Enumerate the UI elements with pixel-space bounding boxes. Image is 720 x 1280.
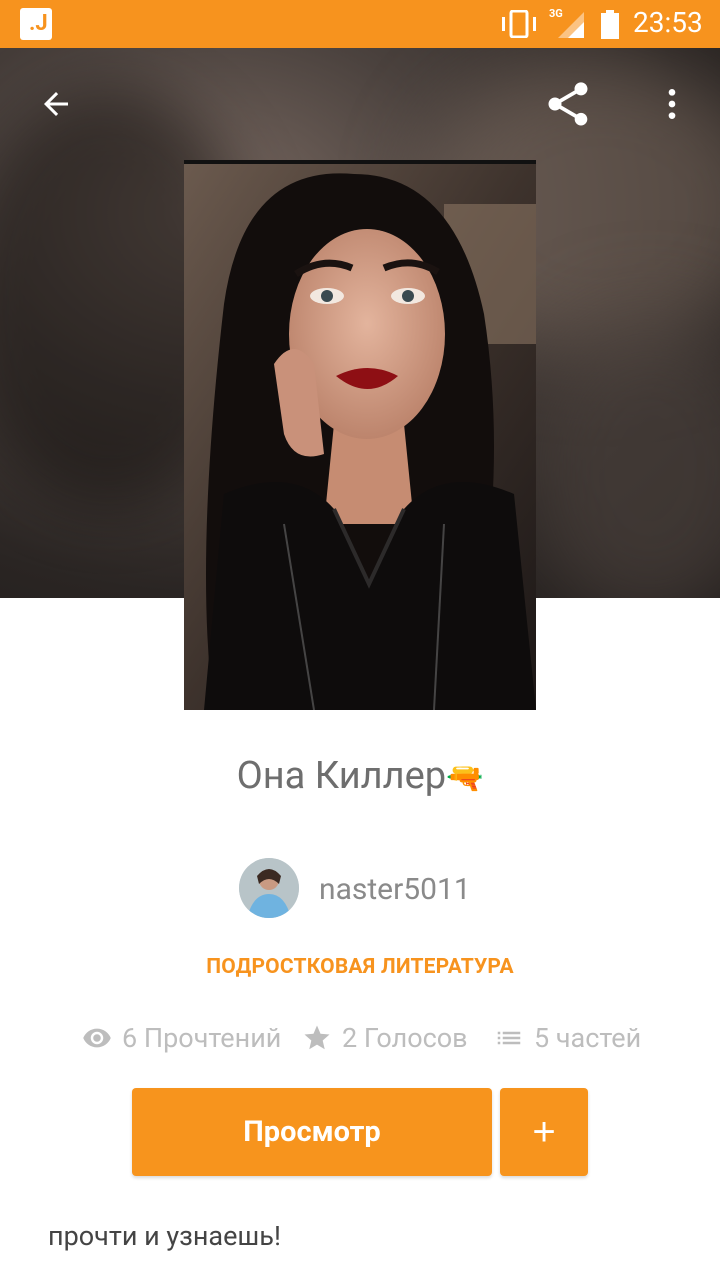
reads-count: 6 Прочтений <box>122 1022 282 1054</box>
more-vert-icon <box>668 89 676 119</box>
story-stats: 6 Прочтений 2 Голосов 5 частей <box>0 1022 720 1062</box>
more-options-button[interactable] <box>644 76 700 132</box>
story-title: Она Киллер🔫 <box>0 754 720 798</box>
view-story-button[interactable]: Просмотр <box>132 1088 492 1176</box>
reads-stat: 6 Прочтений <box>82 1022 281 1054</box>
votes-stat: 2 Голосов <box>302 1022 468 1054</box>
list-icon <box>497 1031 521 1045</box>
author-row[interactable]: naster5011 <box>0 858 720 920</box>
eye-icon <box>83 1028 111 1048</box>
add-to-library-button[interactable]: + <box>500 1088 588 1176</box>
vibrate-icon <box>502 10 536 38</box>
signal-icon <box>558 12 584 38</box>
story-genre-link[interactable]: ПОДРОСТКОВАЯ ЛИТЕРАТУРА <box>0 955 720 979</box>
story-title-text: Она Киллер <box>236 754 447 798</box>
star-icon <box>304 1025 330 1050</box>
parts-stat: 5 частей <box>494 1022 641 1054</box>
share-button[interactable] <box>540 76 596 132</box>
plus-icon: + <box>532 1109 556 1154</box>
clock: 23:53 <box>633 6 703 39</box>
author-name[interactable]: naster5011 <box>319 872 471 907</box>
parts-count: 5 частей <box>534 1022 642 1054</box>
share-icon <box>548 82 588 126</box>
battery-icon <box>601 10 619 39</box>
story-cover-image[interactable] <box>184 160 536 710</box>
status-bar: .J 3G 23:53 <box>0 0 720 48</box>
author-avatar[interactable] <box>239 858 299 918</box>
gun-emoji-icon: 🔫 <box>446 761 484 796</box>
app-notification-icon: .J <box>20 8 52 40</box>
cover-illustration <box>184 164 536 710</box>
votes-count: 2 Голосов <box>342 1022 468 1054</box>
back-button[interactable] <box>28 76 84 132</box>
story-description: прочти и узнаешь! <box>48 1220 281 1252</box>
back-arrow-icon <box>44 92 68 116</box>
